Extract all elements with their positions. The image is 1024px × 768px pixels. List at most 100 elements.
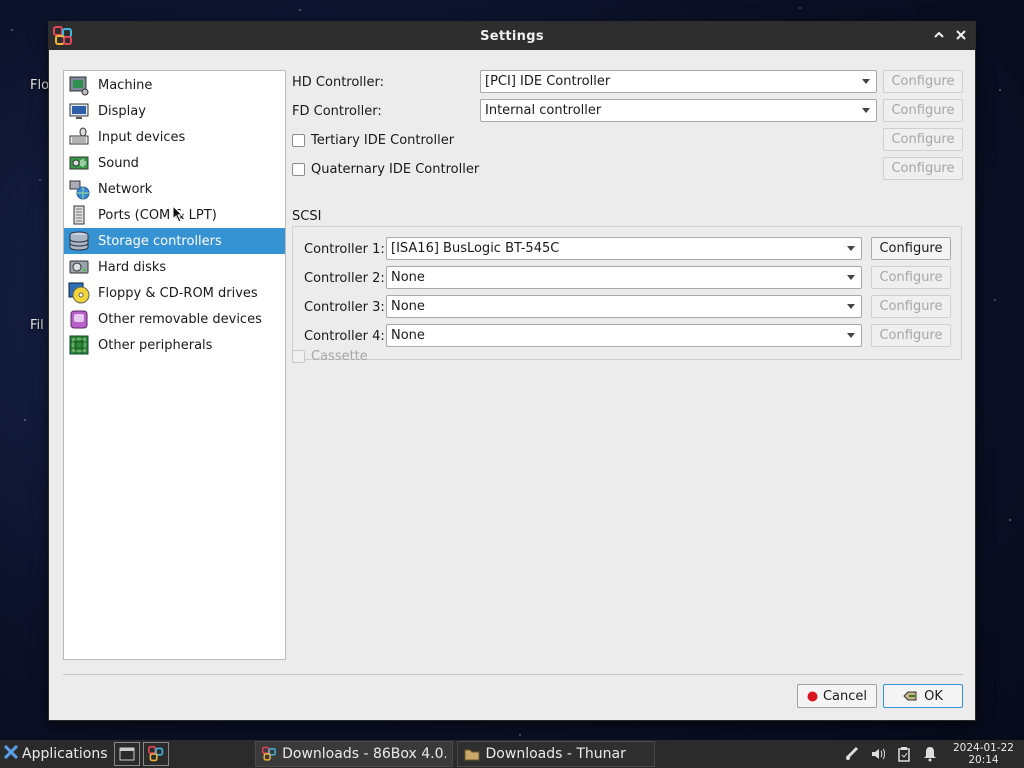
hd-controller-configure-button[interactable]: Configure (883, 70, 963, 93)
chevron-down-icon (847, 304, 855, 309)
fd-controller-configure-button[interactable]: Configure (883, 99, 963, 122)
desktop-item-label[interactable]: Flo (30, 78, 49, 93)
sidebar-item-display[interactable]: Display (64, 98, 285, 124)
notifications-bell-icon[interactable] (919, 743, 941, 765)
chevron-down-icon (847, 333, 855, 338)
sidebar-item-label: Display (98, 103, 146, 119)
sidebar-item-input-devices[interactable]: Input devices (64, 124, 285, 150)
sidebar-item-label: Ports (COM & LPT) (98, 207, 217, 223)
settings-window: Settings Machine Display Input devices S… (48, 21, 976, 721)
cassette-checkbox[interactable] (292, 349, 305, 363)
scsi-controller-label: Controller 4: (304, 328, 385, 344)
tertiary-ide-label[interactable]: Tertiary IDE Controller (311, 133, 454, 148)
chevron-down-icon (862, 79, 870, 84)
settings-category-list: Machine Display Input devices Sound Netw… (63, 70, 286, 660)
fd-controller-value: Internal controller (485, 103, 602, 118)
fd-controller-select[interactable]: Internal controller (480, 99, 877, 122)
maximize-button[interactable] (929, 26, 949, 46)
display-icon (67, 99, 91, 123)
clock[interactable]: 2024-01-22 20:14 (953, 742, 1014, 766)
chevron-down-icon (847, 246, 855, 251)
removable-icon (67, 307, 91, 331)
sidebar-item-floppy-cdrom[interactable]: Floppy & CD-ROM drives (64, 280, 285, 306)
sidebar-item-removable-devices[interactable]: Other removable devices (64, 306, 285, 332)
sidebar-item-ports[interactable]: Ports (COM & LPT) (64, 202, 285, 228)
scsi-controller-2-select[interactable]: None (386, 266, 862, 289)
tertiary-ide-checkbox[interactable] (292, 133, 305, 147)
fd-controller-row: FD Controller: Internal controller Confi… (292, 99, 963, 123)
scsi-controller-value: None (391, 299, 425, 314)
scsi-controller-1-configure-button[interactable]: Configure (871, 237, 951, 260)
scsi-group: Controller 1: [ISA16] BusLogic BT-545C C… (292, 226, 962, 360)
desktop-item-label[interactable]: Fil (30, 318, 44, 333)
sidebar-item-storage-controllers[interactable]: Storage controllers (64, 228, 285, 254)
chevron-down-icon (847, 275, 855, 280)
scsi-controller-1-select[interactable]: [ISA16] BusLogic BT-545C (386, 237, 862, 260)
taskbar-task-86box[interactable]: Downloads - 86Box 4.0.... (254, 741, 453, 767)
scsi-controller-label: Controller 2: (304, 270, 385, 286)
sidebar-item-sound[interactable]: Sound (64, 150, 285, 176)
ok-button[interactable]: OK (883, 684, 963, 708)
taskbar-task-label: Downloads - Thunar (485, 746, 626, 762)
cancel-label: Cancel (822, 688, 868, 704)
tertiary-ide-row: Tertiary IDE Controller Configure (292, 128, 963, 152)
scsi-group-title: SCSI (292, 209, 322, 224)
window-icon (119, 747, 135, 761)
scsi-controller-value: None (391, 270, 425, 285)
scsi-controller-3-configure-button[interactable]: Configure (871, 295, 951, 318)
title-bar[interactable]: Settings (49, 22, 975, 50)
scsi-controller-label: Controller 3: (304, 299, 385, 315)
chevron-down-icon (862, 108, 870, 113)
sidebar-item-label: Hard disks (98, 259, 167, 275)
scsi-controller-2-configure-button[interactable]: Configure (871, 266, 951, 289)
hd-controller-select[interactable]: [PCI] IDE Controller (480, 70, 877, 93)
quaternary-ide-configure-button[interactable]: Configure (883, 157, 963, 180)
ports-icon (67, 203, 91, 227)
sidebar-item-network[interactable]: Network (64, 176, 285, 202)
show-desktop-button[interactable] (113, 742, 140, 766)
cancel-button[interactable]: Cancel (797, 684, 877, 708)
scsi-controller-3-select[interactable]: None (386, 295, 862, 318)
sound-icon (67, 151, 91, 175)
close-button[interactable] (951, 26, 971, 46)
hd-controller-row: HD Controller: [PCI] IDE Controller Conf… (292, 70, 963, 94)
hd-controller-label: HD Controller: (292, 74, 385, 90)
footer-separator (63, 674, 963, 675)
clock-date: 2024-01-22 (952, 742, 1014, 754)
hard-disk-icon (67, 255, 91, 279)
cassette-label: Cassette (311, 348, 368, 364)
network-status-icon[interactable] (841, 743, 863, 765)
quaternary-ide-checkbox[interactable] (292, 162, 305, 176)
workspace-86box-button[interactable] (142, 742, 169, 766)
scsi-controller-row: Controller 2: None Configure (304, 266, 961, 290)
sidebar-item-other-peripherals[interactable]: Other peripherals (64, 332, 285, 358)
cancel-icon (807, 691, 818, 702)
scsi-controller-value: None (391, 328, 425, 343)
fd-controller-label: FD Controller: (292, 103, 382, 119)
clock-time: 20:14 (968, 754, 999, 766)
86box-icon (147, 746, 163, 762)
taskbar-task-thunar[interactable]: Downloads - Thunar (456, 741, 655, 767)
sidebar-item-label: Other peripherals (98, 337, 213, 353)
quaternary-ide-row: Quaternary IDE Controller Configure (292, 157, 963, 181)
floppy-cdrom-icon (67, 281, 91, 305)
quaternary-ide-label[interactable]: Quaternary IDE Controller (311, 162, 479, 177)
input-devices-icon (67, 125, 91, 149)
hd-controller-value: [PCI] IDE Controller (485, 74, 611, 89)
sidebar-item-label: Machine (98, 77, 153, 93)
clipboard-icon[interactable] (893, 743, 915, 765)
tertiary-ide-configure-button[interactable]: Configure (883, 128, 963, 151)
ok-label: OK (924, 688, 943, 704)
applications-label: Applications (22, 746, 108, 762)
taskbar: Applications Downloads - 86Box 4.0.... D… (0, 740, 1024, 768)
sidebar-item-hard-disks[interactable]: Hard disks (64, 254, 285, 280)
ok-icon (903, 690, 919, 702)
applications-menu-button[interactable]: Applications (3, 744, 108, 763)
sidebar-item-machine[interactable]: Machine (64, 72, 285, 98)
system-tray: 2024-01-22 20:14 (839, 740, 1024, 768)
sidebar-item-label: Network (98, 181, 153, 197)
chevron-up-icon (934, 31, 944, 38)
sidebar-item-label: Input devices (98, 129, 186, 145)
volume-icon[interactable] (867, 743, 889, 765)
folder-icon (464, 749, 480, 761)
